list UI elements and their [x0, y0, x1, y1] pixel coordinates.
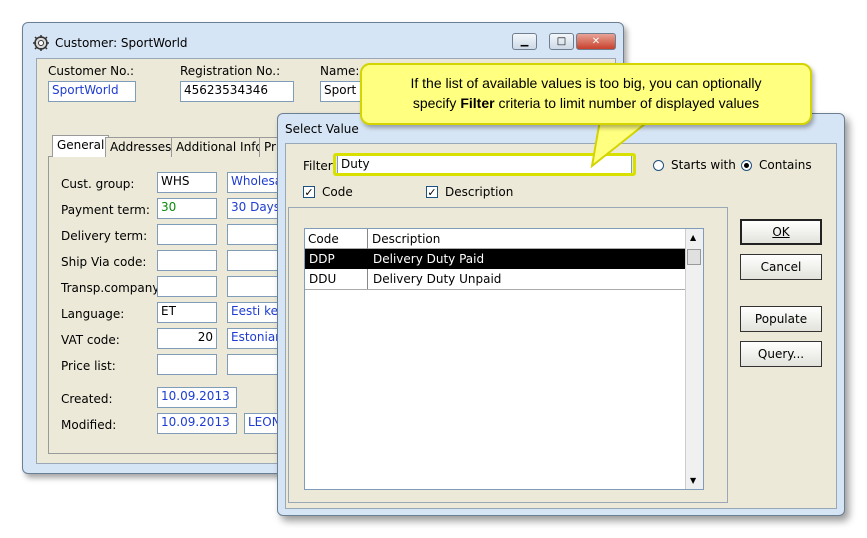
close-button[interactable]: ✕ — [576, 33, 616, 50]
customer-no-field[interactable]: SportWorld — [48, 81, 136, 102]
column-header-description[interactable]: Description — [372, 232, 440, 246]
filter-label: Filter: — [303, 159, 337, 173]
created-label: Created: — [61, 392, 113, 406]
callout-line-2: specify Filter criteria to limit number … — [372, 93, 800, 113]
price-list-field[interactable] — [157, 354, 217, 375]
created-field: 10.09.2013 — [157, 387, 237, 408]
column-header-code[interactable]: Code — [308, 232, 339, 246]
code-checkbox[interactable]: ✓ — [303, 186, 315, 198]
callout-pointer — [590, 119, 653, 169]
ok-button[interactable]: OK — [740, 219, 822, 245]
maximize-button[interactable]: □ — [549, 33, 574, 50]
registration-no-label: Registration No.: — [180, 64, 281, 78]
query-button[interactable]: Query... — [740, 341, 822, 367]
registration-no-field[interactable]: 45623534346 — [180, 81, 294, 102]
customer-no-label: Customer No.: — [48, 64, 135, 78]
tab-additional-info[interactable]: Additional Info — [171, 137, 268, 157]
contains-label: Contains — [759, 158, 812, 172]
payment-term-desc-field[interactable]: 30 Days — [227, 198, 279, 219]
starts-with-label: Starts with — [671, 158, 736, 172]
callout-line-1: If the list of available values is too b… — [410, 75, 762, 91]
tab-general[interactable]: General — [52, 135, 110, 157]
callout-text-pre: specify — [412, 95, 461, 111]
ship-via-label: Ship Via code: — [61, 255, 147, 269]
delivery-term-field[interactable] — [157, 224, 217, 245]
populate-button-label: Populate — [754, 312, 808, 326]
gear-icon — [32, 34, 50, 52]
minimize-icon: ▁ — [520, 36, 529, 47]
description-checkbox[interactable]: ✓ — [426, 186, 438, 198]
delivery-term-label: Delivery term: — [61, 229, 148, 243]
transp-company-field[interactable] — [157, 276, 217, 297]
cust-group-desc-field[interactable]: Wholesa — [227, 172, 279, 193]
vat-code-field[interactable]: 20 — [157, 328, 217, 349]
populate-button[interactable]: Populate — [740, 306, 822, 332]
vertical-scrollbar[interactable]: ▲ ▼ — [685, 229, 703, 489]
ship-via-field[interactable] — [157, 250, 217, 271]
language-desc-field[interactable]: Eesti kee — [227, 302, 279, 323]
modified-by-field: LEON — [244, 413, 280, 434]
customer-window-title: Customer: SportWorld — [55, 36, 188, 50]
modified-field: 10.09.2013 — [157, 413, 237, 434]
language-field[interactable]: ET — [157, 302, 217, 323]
description-checkbox-label: Description — [445, 185, 514, 199]
delivery-term-desc-field[interactable] — [227, 224, 279, 245]
tab-addresses[interactable]: Addresses — [105, 137, 177, 157]
ship-via-desc-field[interactable] — [227, 250, 279, 271]
scroll-down-icon[interactable]: ▼ — [690, 476, 696, 485]
callout-text-post: criteria to limit number of displayed va… — [494, 95, 760, 111]
contains-radio[interactable] — [741, 160, 752, 171]
table-row[interactable]: DDP Delivery Duty Paid — [305, 249, 687, 269]
vat-code-label: VAT code: — [61, 333, 120, 347]
row-code: DDP — [309, 252, 335, 266]
callout-text-bold: Filter — [460, 95, 495, 111]
cust-group-label: Cust. group: — [61, 177, 135, 191]
checkmark-icon: ✓ — [304, 186, 314, 199]
scroll-up-icon[interactable]: ▲ — [690, 233, 696, 242]
row-code: DDU — [309, 272, 337, 286]
payment-term-field[interactable]: 30 — [157, 198, 217, 219]
cust-group-field[interactable]: WHS — [157, 172, 217, 193]
row-description: Delivery Duty Paid — [373, 252, 485, 266]
price-list-desc-field[interactable] — [227, 354, 279, 375]
select-value-title: Select Value — [285, 122, 359, 136]
vat-code-desc-field[interactable]: Estonian — [227, 328, 279, 349]
row-description: Delivery Duty Unpaid — [373, 272, 502, 286]
cancel-button-label: Cancel — [760, 260, 802, 274]
minimize-button[interactable]: ▁ — [512, 33, 537, 50]
maximize-icon: □ — [556, 36, 567, 47]
close-icon: ✕ — [591, 36, 601, 47]
modified-label: Modified: — [61, 418, 117, 432]
callout-tooltip: If the list of available values is too b… — [360, 63, 812, 125]
table-row[interactable]: DDU Delivery Duty Unpaid — [305, 269, 687, 290]
name-label: Name: — [320, 64, 360, 78]
code-checkbox-label: Code — [322, 185, 353, 199]
results-grid[interactable]: Code Description DDP Delivery Duty Paid … — [304, 228, 704, 490]
payment-term-label: Payment term: — [61, 203, 150, 217]
cancel-button[interactable]: Cancel — [740, 254, 822, 280]
scroll-thumb[interactable] — [687, 249, 701, 265]
transp-company-label: Transp.company: — [61, 281, 163, 295]
transp-company-desc-field[interactable] — [227, 276, 279, 297]
language-label: Language: — [61, 307, 125, 321]
checkmark-icon: ✓ — [427, 186, 437, 199]
price-list-label: Price list: — [61, 359, 116, 373]
grid-header: Code Description — [305, 229, 687, 289]
query-button-label: Query... — [757, 347, 805, 361]
ok-button-label: OK — [772, 225, 790, 239]
